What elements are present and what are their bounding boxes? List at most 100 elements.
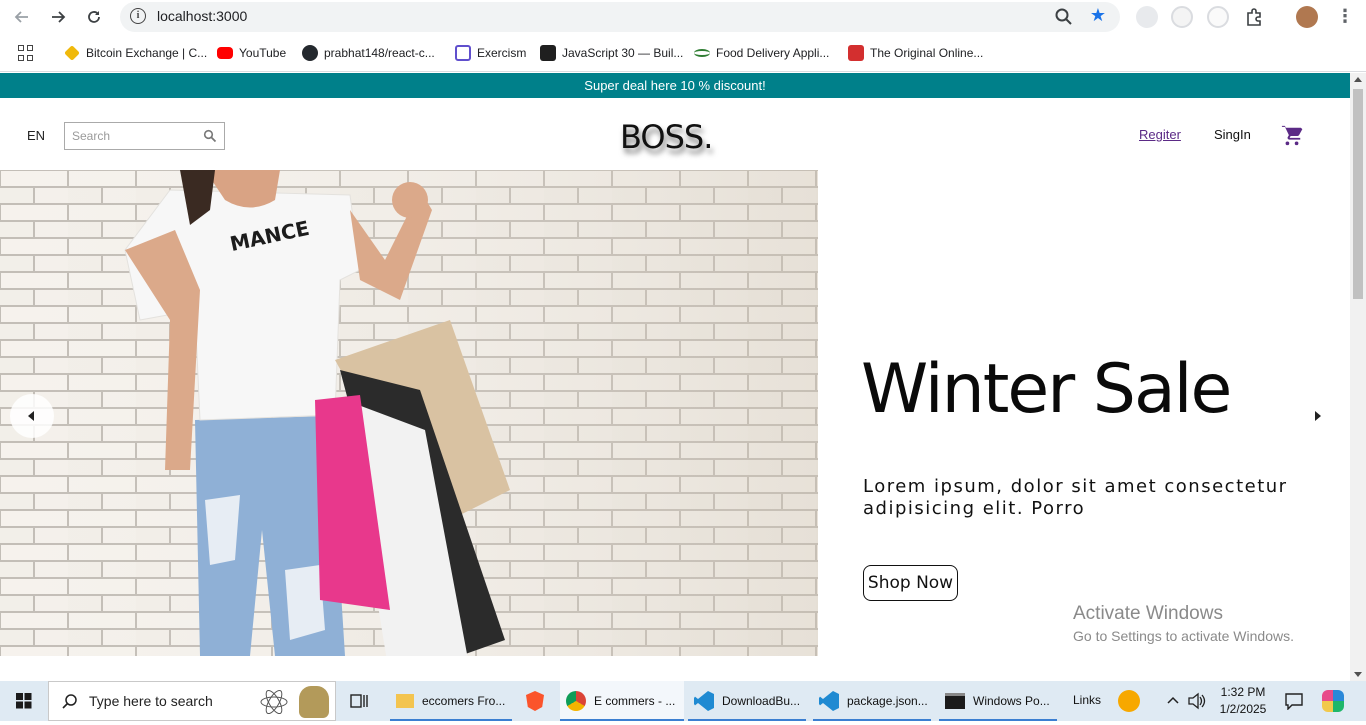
forward-button[interactable] (46, 6, 70, 28)
bookmark-item[interactable]: Exercism (455, 44, 526, 62)
bookmark-label: Exercism (477, 46, 527, 60)
address-bar[interactable]: i localhost:3000 ★ (120, 2, 1120, 32)
bookmark-item[interactable]: Bitcoin Exchange | C... (64, 44, 207, 62)
taskbar-app-label: Windows Po... (973, 694, 1050, 708)
bookmark-item[interactable]: The Original Online... (848, 44, 983, 62)
system-clock[interactable]: 1:32 PM 1/2/2025 (1213, 684, 1273, 718)
links-toolbar[interactable]: Links (1073, 693, 1101, 707)
bookmark-star-icon[interactable]: ★ (1090, 5, 1106, 26)
brave-icon[interactable] (526, 691, 544, 711)
folder-icon (396, 694, 414, 708)
terminal-icon (945, 693, 965, 709)
chrome-icon (566, 691, 586, 711)
task-view-icon[interactable] (349, 692, 369, 710)
bookmark-label: YouTube (239, 46, 287, 60)
reload-icon (88, 11, 100, 23)
chevron-up-icon[interactable] (1166, 695, 1180, 705)
shop-now-button[interactable]: Shop Now (863, 565, 958, 601)
javascript30-icon (540, 45, 556, 61)
windows-taskbar: Type here to search eccomers Fro... E co… (0, 681, 1366, 721)
page-viewport: Super deal here 10 % discount! EN BOSS. … (0, 73, 1350, 681)
bookmark-item[interactable]: Food Delivery Appli... (694, 44, 829, 62)
bookmark-label: Bitcoin Exchange | C... (86, 46, 208, 60)
reload-button[interactable] (82, 6, 106, 28)
taskbar-app-vscode[interactable]: package.json... (813, 681, 931, 721)
clock-date: 1/2/2025 (1219, 702, 1267, 716)
signin-link[interactable]: SingIn (1214, 127, 1251, 142)
notifications-icon[interactable] (1284, 692, 1304, 710)
exercism-icon (455, 45, 471, 61)
atom-icon (260, 689, 288, 715)
hero-photo-illustration: MANCE (0, 170, 818, 656)
notification-badge-icon[interactable] (1118, 690, 1140, 712)
taskbar-search-placeholder: Type here to search (89, 693, 213, 709)
slider-next-arrow-icon[interactable] (1296, 394, 1340, 438)
search-container (64, 122, 225, 150)
back-button[interactable] (10, 6, 34, 28)
youtube-icon (217, 47, 233, 59)
search-highlight-icon (299, 686, 329, 718)
copilot-icon[interactable] (1322, 690, 1344, 712)
hero-title: Winter Sale (861, 350, 1232, 429)
activate-windows-watermark: Activate Windows Go to Settings to activ… (1073, 603, 1294, 644)
bookmark-label: JavaScript 30 — Buil... (562, 46, 684, 60)
taskbar-app-chrome[interactable]: E commers - ... (560, 681, 684, 721)
extensions-puzzle-icon[interactable] (1243, 6, 1265, 28)
page-scrollbar[interactable] (1350, 73, 1366, 681)
vscode-icon (694, 691, 714, 711)
taskbar-app-terminal[interactable]: Windows Po... (939, 681, 1057, 721)
register-link[interactable]: Regiter (1139, 127, 1181, 142)
taskbar-app-label: DownloadBu... (722, 694, 801, 708)
search-icon (62, 694, 77, 709)
search-input[interactable] (65, 123, 199, 149)
windows-logo-icon (16, 693, 32, 709)
github-icon (302, 45, 318, 61)
search-icon[interactable] (203, 129, 217, 143)
back-arrow-icon (14, 11, 28, 23)
taskbar-app-label: eccomers Fro... (422, 694, 506, 708)
bitcoin-icon (64, 45, 80, 61)
zoom-icon[interactable] (1054, 7, 1074, 27)
site-navbar: EN BOSS. Regiter SingIn (0, 98, 1350, 170)
bookmark-label: The Original Online... (870, 46, 984, 60)
scroll-up-arrow-icon[interactable] (1354, 77, 1362, 82)
browser-toolbar: i localhost:3000 ★ ⋮ (0, 0, 1366, 34)
apps-grid-icon[interactable] (18, 45, 34, 61)
slider-prev-arrow-icon[interactable] (10, 394, 54, 438)
start-button[interactable] (0, 681, 48, 721)
bookmarks-bar: Bitcoin Exchange | C... YouTube prabhat1… (0, 34, 1366, 72)
hero-description: Lorem ipsum, dolor sit amet consectetur … (863, 476, 1288, 519)
scroll-down-arrow-icon[interactable] (1354, 672, 1362, 677)
bug-extension-icon[interactable] (1136, 6, 1158, 28)
profile-avatar[interactable] (1296, 6, 1318, 28)
vscode-icon (819, 691, 839, 711)
site-logo[interactable]: BOSS. (620, 118, 713, 156)
address-url[interactable]: localhost:3000 (157, 8, 247, 24)
taskbar-search-box[interactable]: Type here to search (48, 681, 336, 721)
browser-menu-icon[interactable]: ⋮ (1336, 6, 1354, 28)
bookmark-item[interactable]: JavaScript 30 — Buil... (540, 44, 683, 62)
site-info-icon[interactable]: i (130, 8, 146, 24)
scroll-thumb[interactable] (1353, 89, 1363, 299)
bookmark-item[interactable]: YouTube (217, 44, 286, 62)
taskbar-app-vscode[interactable]: DownloadBu... (688, 681, 806, 721)
watermark-subtitle: Go to Settings to activate Windows. (1073, 628, 1294, 644)
bookmark-label: Food Delivery Appli... (716, 46, 830, 60)
volume-icon[interactable] (1187, 692, 1207, 710)
taskbar-app-label: package.json... (847, 694, 928, 708)
hero-slider: MANCE Winter Sale Lorem ipsum, dolor sit… (0, 170, 1350, 656)
taskbar-app-label: E commers - ... (594, 694, 676, 708)
forward-arrow-icon (52, 11, 66, 23)
taskbar-app-explorer[interactable]: eccomers Fro... (390, 681, 512, 721)
cart-icon[interactable] (1281, 125, 1303, 147)
extension-icon[interactable] (1171, 6, 1193, 28)
food-delivery-icon (694, 49, 710, 57)
announcement-bar: Super deal here 10 % discount! (0, 73, 1350, 98)
original-online-icon (848, 45, 864, 61)
extension-icon[interactable] (1207, 6, 1229, 28)
bookmark-item[interactable]: prabhat148/react-c... (302, 44, 435, 62)
clock-time: 1:32 PM (1220, 685, 1266, 699)
watermark-title: Activate Windows (1073, 603, 1223, 624)
hero-image: MANCE (0, 170, 818, 656)
language-selector[interactable]: EN (27, 128, 45, 143)
